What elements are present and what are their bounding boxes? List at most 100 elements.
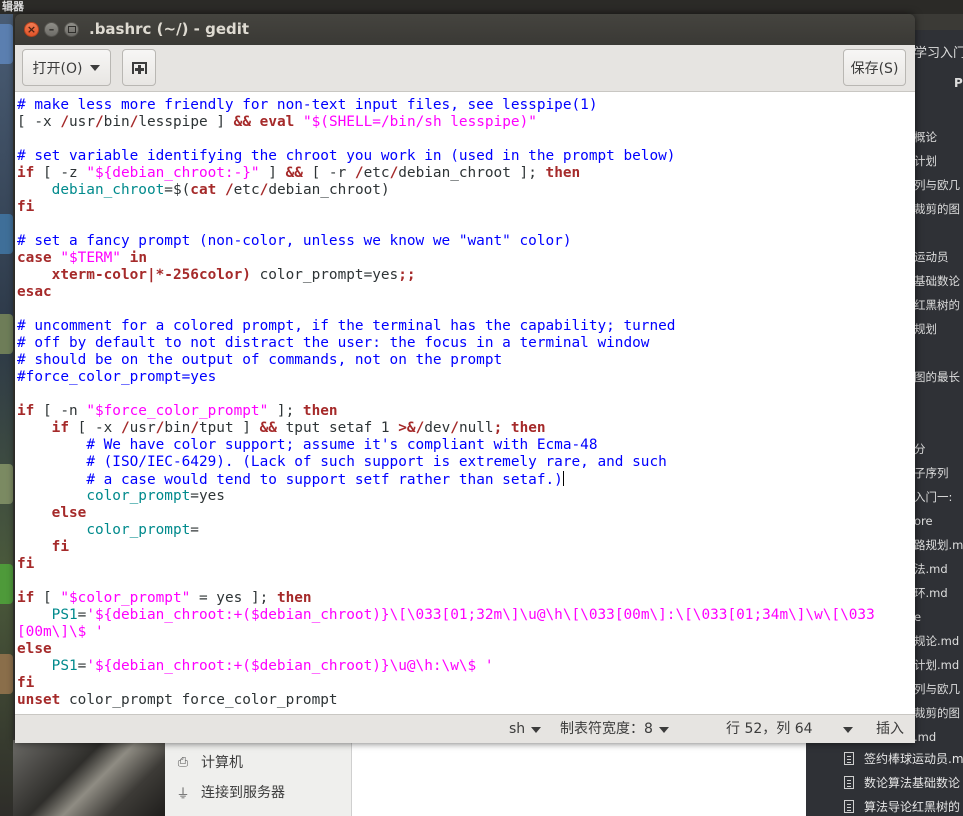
notes-title: 学习入门 xyxy=(914,46,963,61)
tab-width-selector[interactable]: 制表符宽度：8 xyxy=(560,715,669,744)
code-line[interactable]: fi xyxy=(17,675,915,692)
code-token: [ -n xyxy=(34,403,87,419)
code-token: fi xyxy=(17,675,35,691)
cursor-position-label: 行 52，列 64 xyxy=(726,721,813,737)
code-line[interactable]: # a case would tend to support setf rath… xyxy=(17,471,915,488)
code-line[interactable]: # make less more friendly for non-text i… xyxy=(17,97,915,114)
code-line[interactable]: # We have color support; assume it's com… xyxy=(17,437,915,454)
code-token: fi xyxy=(17,556,35,572)
list-item[interactable]: 概论 xyxy=(914,130,937,144)
list-item[interactable]: 红黑树的 xyxy=(914,298,960,312)
code-line[interactable] xyxy=(17,131,915,148)
code-line[interactable]: if [ -z "${debian_chroot:-}" ] && [ -r /… xyxy=(17,165,915,182)
launcher-item[interactable] xyxy=(0,564,13,604)
open-button[interactable]: 打开(O) xyxy=(22,49,111,86)
code-line[interactable] xyxy=(17,386,915,403)
code-line[interactable]: xterm-color|*-256color) color_prompt=yes… xyxy=(17,267,915,284)
code-line[interactable]: else xyxy=(17,641,915,658)
code-line[interactable]: else xyxy=(17,505,915,522)
code-line[interactable]: if [ -x /usr/bin/tput ] && tput setaf 1 … xyxy=(17,420,915,437)
launcher-item[interactable] xyxy=(0,24,13,64)
code-line[interactable]: if [ -n "$force_color_prompt" ]; then xyxy=(17,403,915,420)
code-token: color_prompt xyxy=(86,488,191,504)
code-line[interactable]: # should be on the output of commands, n… xyxy=(17,352,915,369)
code-line[interactable]: fi xyxy=(17,199,915,216)
code-line[interactable]: #force_color_prompt=yes xyxy=(17,369,915,386)
launcher-item[interactable] xyxy=(0,314,13,354)
code-token: else xyxy=(17,641,52,657)
code-token: debian_chroot ]; xyxy=(398,165,546,181)
code-line[interactable]: # uncomment for a colored prompt, if the… xyxy=(17,318,915,335)
new-tab-button[interactable] xyxy=(122,49,156,86)
cursor-position[interactable]: 行 52，列 64 xyxy=(726,715,853,744)
maximize-button[interactable] xyxy=(64,22,79,37)
close-button[interactable]: × xyxy=(24,22,39,37)
code-token: '${debian_chroot:+($debian_chroot)}\u@\h… xyxy=(86,658,494,674)
code-line[interactable]: case "$TERM" in xyxy=(17,250,915,267)
code-line[interactable] xyxy=(17,301,915,318)
list-item[interactable]: 入门一: xyxy=(914,490,952,504)
language-selector[interactable]: sh xyxy=(509,715,542,744)
list-item[interactable]: 子序列 xyxy=(914,466,949,480)
list-item[interactable]: 计划 xyxy=(914,154,937,168)
code-token: [ -z xyxy=(34,165,87,181)
insert-mode[interactable]: 插入 xyxy=(876,715,904,744)
text-editor[interactable]: # make less more friendly for non-text i… xyxy=(15,92,915,714)
code-line[interactable]: fi xyxy=(17,539,915,556)
list-item[interactable]: 列与欧几 xyxy=(914,178,960,192)
list-item[interactable]: 规划 xyxy=(914,322,937,336)
list-item[interactable]: e xyxy=(914,610,921,624)
list-item[interactable]: ore xyxy=(914,514,933,528)
list-item[interactable]: 签约棒球运动员.md xyxy=(844,750,963,767)
code-view[interactable]: # make less more friendly for non-text i… xyxy=(15,92,915,709)
code-line[interactable]: esac xyxy=(17,284,915,301)
list-item[interactable]: 基础数论 xyxy=(914,274,960,288)
code-line[interactable]: color_prompt=yes xyxy=(17,488,915,505)
code-token: / xyxy=(155,420,165,436)
code-line[interactable] xyxy=(17,573,915,590)
code-token: / xyxy=(224,182,234,198)
code-line[interactable]: PS1='${debian_chroot:+($debian_chroot)}\… xyxy=(17,658,915,675)
code-line[interactable]: # off by default to not distract the use… xyxy=(17,335,915,352)
list-item[interactable]: 裁剪的图 xyxy=(914,706,960,720)
code-line[interactable]: unset color_prompt force_color_prompt xyxy=(17,692,915,709)
code-line[interactable]: # (ISO/IEC-6429). (Lack of such support … xyxy=(17,454,915,471)
code-line[interactable]: debian_chroot=$(cat /etc/debian_chroot) xyxy=(17,182,915,199)
list-item[interactable]: 规论.md xyxy=(914,634,959,648)
list-item[interactable]: 裁剪的图 xyxy=(914,202,960,216)
code-line[interactable]: [00m\]\$ ' xyxy=(17,624,915,641)
code-token: case xyxy=(17,250,52,266)
list-item[interactable]: 算法导论红黑树的 xyxy=(844,798,960,815)
code-line[interactable] xyxy=(17,216,915,233)
code-line[interactable]: # set variable identifying the chroot yo… xyxy=(17,148,915,165)
list-item[interactable]: 图的最长 xyxy=(914,370,960,384)
list-item[interactable]: 环.md xyxy=(914,586,948,600)
launcher-item[interactable] xyxy=(0,654,13,694)
list-item[interactable]: .md xyxy=(914,730,936,744)
list-item[interactable]: 数论算法基础数论 xyxy=(844,774,960,791)
notes-header-letter: P xyxy=(954,76,963,90)
code-line[interactable]: # set a fancy prompt (non-color, unless … xyxy=(17,233,915,250)
code-token: if xyxy=(17,590,35,606)
title-bar[interactable]: × – .bashrc (~/) - gedit xyxy=(15,14,915,45)
list-item[interactable]: 法.md xyxy=(914,562,948,576)
launcher-item[interactable] xyxy=(0,464,13,504)
code-line[interactable]: color_prompt= xyxy=(17,522,915,539)
list-item[interactable]: 计划.md xyxy=(914,658,959,672)
code-line[interactable]: if [ "$color_prompt" = yes ]; then xyxy=(17,590,915,607)
save-button[interactable]: 保存(S) xyxy=(843,49,906,86)
code-line[interactable]: fi xyxy=(17,556,915,573)
code-token: #force_color_prompt=yes xyxy=(17,369,217,385)
list-item[interactable]: 路规划.md xyxy=(914,538,963,552)
code-line[interactable]: [ -x /usr/bin/lesspipe ] && eval "$(SHEL… xyxy=(17,114,915,131)
list-item[interactable]: 列与欧几 xyxy=(914,682,960,696)
list-item[interactable]: 运动员 xyxy=(914,250,949,264)
files-item-computer[interactable]: ⎙ 计算机 xyxy=(175,750,243,774)
code-line[interactable]: PS1='${debian_chroot:+($debian_chroot)}\… xyxy=(17,607,915,624)
list-item[interactable]: 分 xyxy=(914,442,926,456)
files-item-connect-server[interactable]: ⏚ 连接到服务器 xyxy=(175,780,285,804)
code-token: / xyxy=(450,420,459,436)
code-token: then xyxy=(302,403,338,419)
launcher-item[interactable] xyxy=(0,214,13,254)
minimize-button[interactable]: – xyxy=(44,22,59,37)
